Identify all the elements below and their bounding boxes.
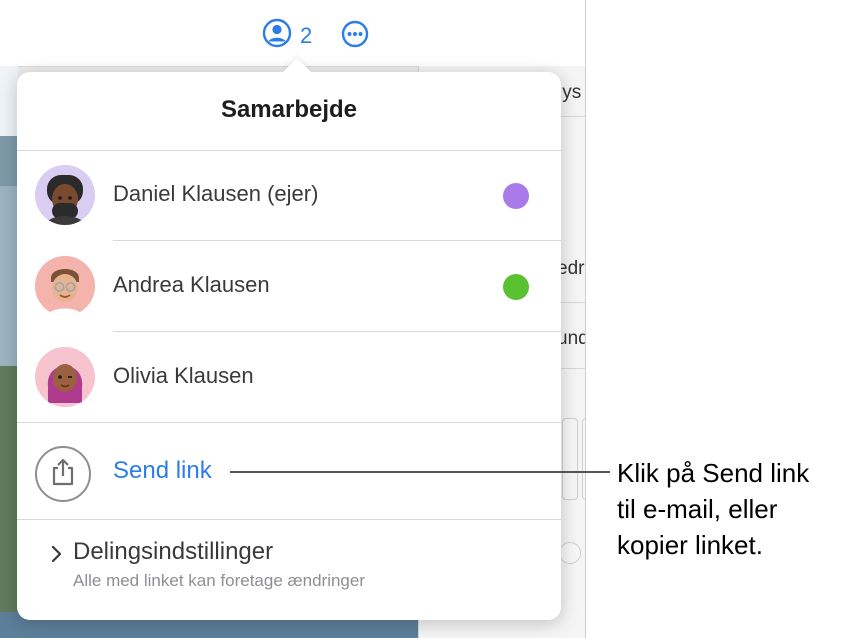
callout-line-2: til e-mail, eller [617, 494, 778, 524]
send-link-button-icon[interactable] [35, 446, 91, 502]
popover-title: Samarbejde [220, 96, 358, 123]
person-circle-icon [262, 18, 292, 54]
participant-row[interactable]: Andrea Klausen [17, 241, 561, 331]
participant-name: Olivia Klausen [113, 363, 254, 388]
memoji-avatar [35, 256, 95, 316]
participant-row[interactable]: Daniel Klausen (ejer) [17, 150, 561, 240]
callout-line-3: kopier linket. [617, 530, 763, 560]
status-dot [503, 183, 529, 209]
status-dot [503, 274, 529, 300]
document-image-strip [0, 66, 18, 638]
chevron-right-icon [51, 545, 63, 568]
inspector-control[interactable] [582, 418, 585, 500]
participant-row[interactable]: Olivia Klausen [17, 332, 561, 422]
divider [17, 422, 561, 423]
sharing-settings-title: Delingsindstillinger [73, 538, 274, 565]
callout-text: Klik på Send link til e-mail, eller kopi… [617, 455, 839, 563]
memoji-avatar [35, 165, 95, 225]
inspector-control[interactable] [562, 418, 578, 500]
memoji-avatar [35, 347, 95, 407]
callout-line [230, 471, 610, 473]
divider [17, 519, 561, 520]
share-icon [50, 457, 76, 492]
participant-name: Andrea Klausen [113, 272, 270, 297]
sharing-settings-subtitle: Alle med linket kan foretage ændringer [73, 571, 365, 590]
send-link-button[interactable]: Send link [113, 457, 212, 485]
toolbar: 2 [0, 0, 585, 67]
inspector-text-fragment: und [557, 328, 586, 349]
more-button[interactable] [341, 20, 369, 53]
inspector-text-fragment: edr [557, 258, 585, 279]
collaborator-count: 2 [300, 23, 313, 48]
ellipsis-circle-icon [341, 20, 369, 52]
callout-line-1: Klik på Send link [617, 458, 810, 488]
participant-name: Daniel Klausen (ejer) [113, 181, 319, 206]
slider-knob[interactable] [559, 542, 581, 564]
collaboration-popover: Samarbejde Daniel Klausen (ejer) Andrea … [17, 57, 561, 620]
collaboration-button[interactable]: 2 [262, 18, 312, 54]
